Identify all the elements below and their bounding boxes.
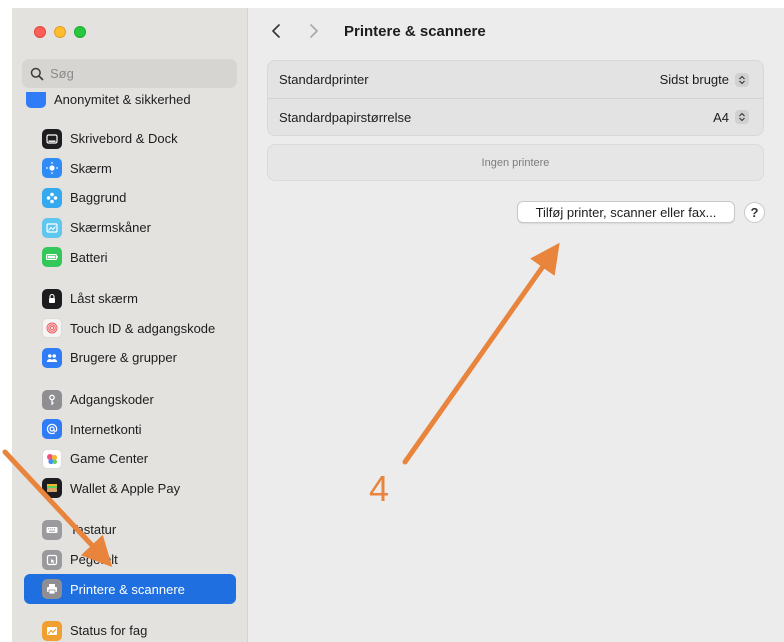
chevron-right-icon [310,24,318,38]
close-window-button[interactable] [34,26,46,38]
sidebar-item-label: Skrivebord & Dock [70,131,178,147]
sidebar-item-screensaver[interactable]: Skærmskåner [24,213,236,243]
sidebar-item-users-groups[interactable]: Brugere & grupper [24,343,236,373]
sidebar-item-printers-scanners[interactable]: Printere & scannere [24,574,236,604]
sidebar-item-label: Skærm [70,160,112,176]
sidebar-item-label: Tastatur [70,522,117,538]
battery-icon [42,247,62,268]
screensaver-icon [42,217,62,238]
sidebar-item-label: Batteri [70,249,108,265]
paper-size-label: Standardpapirstørrelse [279,109,412,125]
sidebar-item-label: Skærmskåner [70,220,151,236]
forward-button[interactable] [302,19,326,43]
sidebar-item-display[interactable]: Skærm [24,154,236,184]
search-input[interactable] [50,66,230,81]
add-printer-button[interactable]: Tilføj printer, scanner eller fax... [517,201,735,223]
wallpaper-icon [42,187,62,208]
sidebar-item-game-center[interactable]: Game Center [24,444,236,474]
sidebar-item-wallet[interactable]: Wallet & Apple Pay [24,474,236,504]
display-icon [42,158,62,179]
paper-size-value: A4 [713,109,729,125]
trackpad-icon [42,549,62,570]
sidebar-item-label: Pegefelt [70,552,118,568]
sidebar-item-touch-id[interactable]: Touch ID & adgangskode [24,314,236,344]
search-field[interactable] [22,59,237,88]
settings-window: Anonymitet & sikkerhed Skrivebord & Dock… [12,8,784,642]
paper-size-row: Standardpapirstørrelse A4 [268,98,763,135]
paper-size-popup[interactable]: A4 [713,110,749,125]
sidebar-item-passwords[interactable]: Adgangskoder [24,385,236,415]
lock-screen-icon [42,288,62,309]
help-button[interactable]: ? [744,202,765,223]
chevron-updown-icon [735,72,749,87]
sidebar-item-keyboard[interactable]: Tastatur [24,515,236,545]
sidebar-item-lock-screen[interactable]: Låst skærm [24,284,236,314]
status-icon [42,620,62,641]
sidebar-item-label: Brugere & grupper [70,350,177,366]
minimize-window-button[interactable] [54,26,66,38]
page-title: Printere & scannere [344,22,486,40]
toolbar: Printere & scannere [248,8,784,54]
sidebar-item-label: Printere & scannere [70,581,185,597]
fingerprint-icon [42,318,62,339]
sidebar-item-battery[interactable]: Batteri [24,242,236,272]
printer-settings-card: Standardprinter Sidst brugte Standardpap… [267,60,764,136]
hand-icon [26,92,46,108]
search-icon [30,67,44,80]
sidebar-list: Skrivebord & Dock Skærm Baggrund Skærmsk… [24,124,236,642]
sidebar-item-label: Internetkonti [70,421,142,437]
chevron-left-icon [272,24,280,38]
sidebar-item-label: Adgangskoder [70,392,154,408]
printer-icon [42,579,62,600]
default-printer-popup[interactable]: Sidst brugte [660,72,749,87]
wallet-icon [42,478,62,499]
sidebar-item-privacy-security[interactable]: Anonymitet & sikkerhed [26,92,191,108]
at-icon [42,419,62,440]
sidebar-item-status[interactable]: Status for fag [24,616,236,642]
sidebar-item-label: Wallet & Apple Pay [70,480,181,496]
sidebar-item-label: Anonymitet & sikkerhed [54,92,191,107]
printer-list-empty: Ingen printere [267,144,764,181]
zoom-window-button[interactable] [74,26,86,38]
sidebar-item-internet-accounts[interactable]: Internetkonti [24,414,236,444]
main-pane: Printere & scannere Standardprinter Sids… [248,8,784,642]
game-center-icon [42,448,62,469]
default-printer-value: Sidst brugte [659,72,729,87]
keyboard-icon [42,519,62,540]
sidebar-item-wallpaper[interactable]: Baggrund [24,183,236,213]
sidebar-item-trackpad[interactable]: Pegefelt [24,545,236,575]
window-controls [34,26,86,38]
sidebar-item-label: Touch ID & adgangskode [70,320,216,336]
annotation-step-number: 4 [369,468,390,509]
sidebar-item-label: Status for fag [70,623,148,639]
back-button[interactable] [264,19,288,43]
sidebar-item-label: Game Center [70,451,149,467]
sidebar-item-desktop-dock[interactable]: Skrivebord & Dock [24,124,236,154]
chevron-updown-icon [735,110,749,124]
default-printer-label: Standardprinter [279,72,369,87]
sidebar: Anonymitet & sikkerhed Skrivebord & Dock… [12,8,248,642]
sidebar-item-label: Baggrund [70,190,127,206]
default-printer-row: Standardprinter Sidst brugte [268,61,763,98]
key-icon [42,389,62,410]
sidebar-item-label: Låst skærm [70,291,138,307]
dock-icon [42,128,62,149]
users-icon [42,347,62,368]
